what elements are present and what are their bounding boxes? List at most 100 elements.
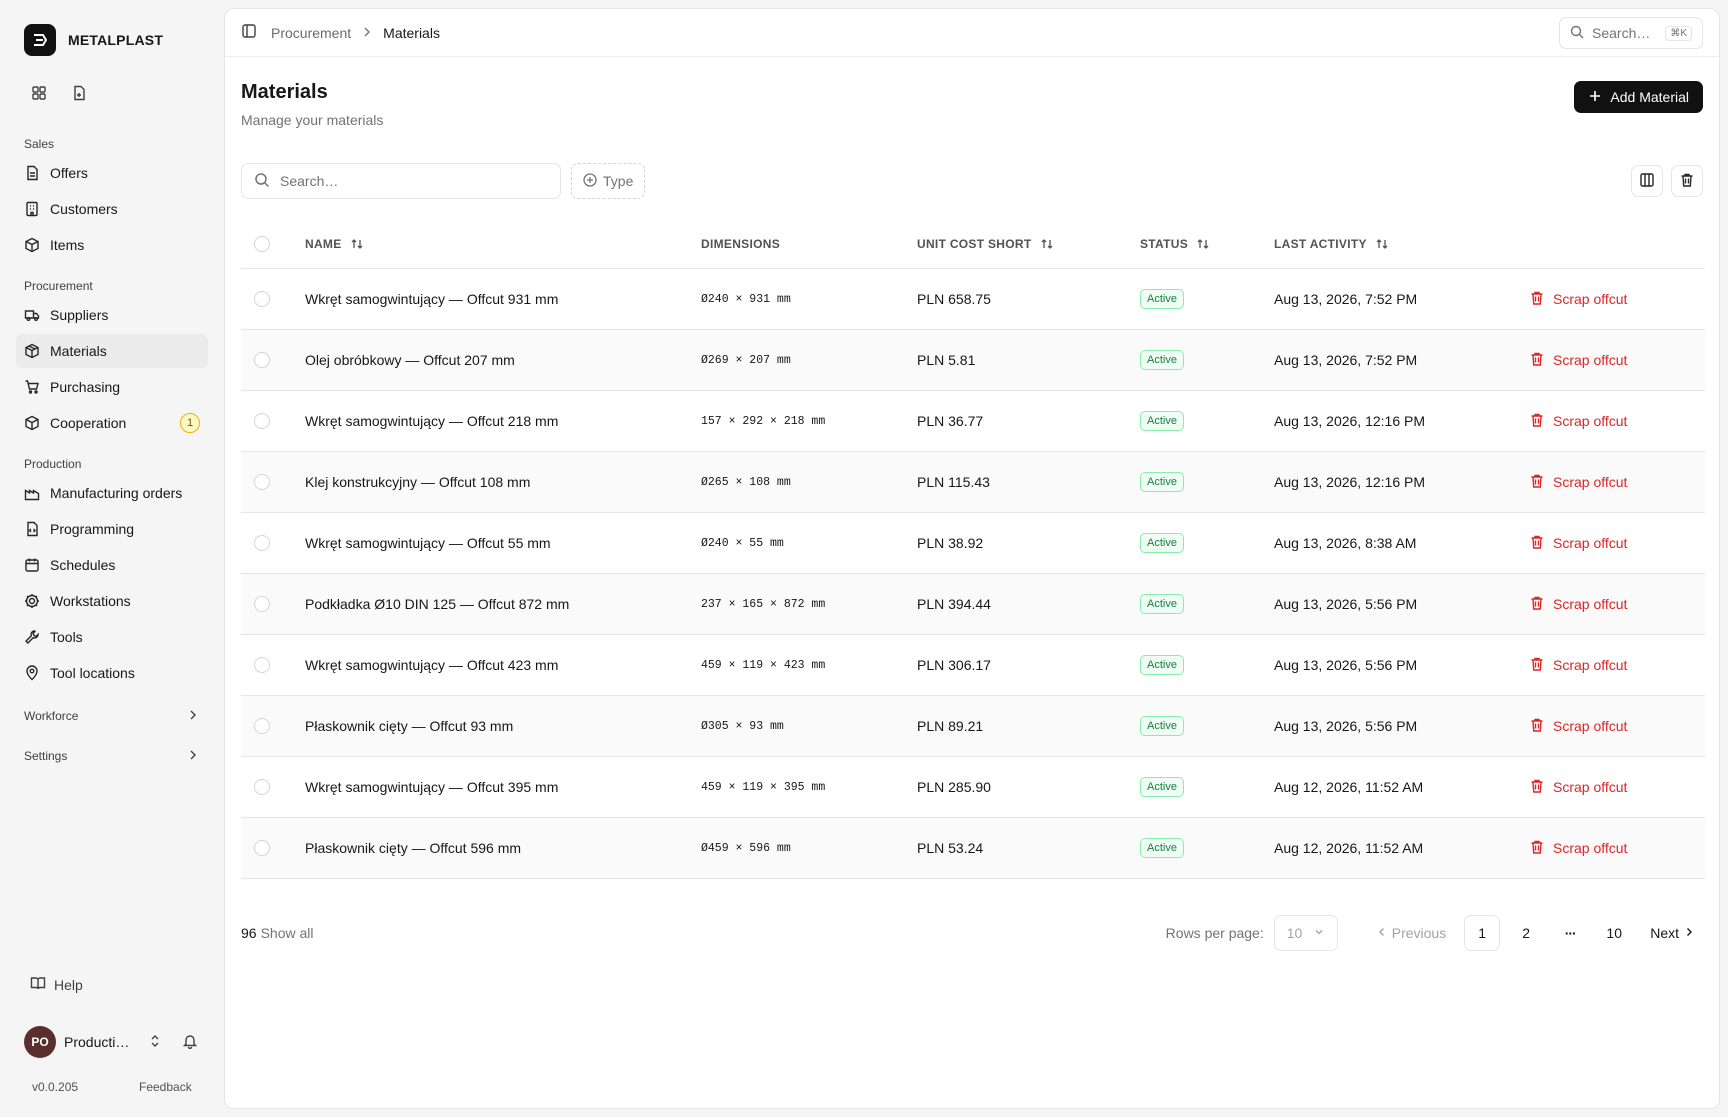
chevrons-up-down-icon[interactable] xyxy=(148,1034,162,1051)
table-search-input[interactable]: Search… xyxy=(241,163,561,199)
sidebar-toggle-icon[interactable] xyxy=(241,23,257,42)
next-page-button[interactable]: Next xyxy=(1640,915,1705,951)
sidebar-item-tool-locations[interactable]: Tool locations xyxy=(16,656,208,690)
table-row[interactable]: Wkręt samogwintujący — Offcut 931 mm Ø240… xyxy=(241,269,1705,330)
trash-icon xyxy=(1679,172,1695,191)
table-row[interactable]: Olej obróbkowy — Offcut 207 mm Ø269 × 207… xyxy=(241,330,1705,391)
material-dimensions: 459 × 119 × 395 mm xyxy=(701,780,826,794)
row-checkbox[interactable] xyxy=(254,657,270,673)
sidebar-group-settings[interactable]: Settings xyxy=(16,736,208,776)
previous-page-button[interactable]: Previous xyxy=(1366,915,1456,951)
sidebar-item-customers[interactable]: Customers xyxy=(16,192,208,226)
column-name[interactable]: NAME xyxy=(305,237,701,251)
row-checkbox[interactable] xyxy=(254,352,270,368)
table-header: NAME DIMENSIONS UNIT COST SHORT STATUS L… xyxy=(241,219,1705,269)
column-last-activity[interactable]: LAST ACTIVITY xyxy=(1274,237,1529,251)
app-version: v0.0.205 xyxy=(32,1080,79,1094)
scrap-offcut-label: Scrap offcut xyxy=(1553,840,1628,856)
scrap-offcut-button[interactable]: Scrap offcut xyxy=(1529,412,1705,431)
sidebar-item-workstations[interactable]: Workstations xyxy=(16,584,208,618)
column-unit-cost[interactable]: UNIT COST SHORT xyxy=(917,237,1140,251)
map-pin-icon xyxy=(24,665,40,681)
material-unit-cost: PLN 115.43 xyxy=(917,474,990,490)
scrap-offcut-button[interactable]: Scrap offcut xyxy=(1529,290,1705,309)
trash-icon xyxy=(1529,351,1545,370)
trash-icon xyxy=(1529,778,1545,797)
sidebar-item-offers[interactable]: Offers xyxy=(16,156,208,190)
page-10-button[interactable]: 10 xyxy=(1596,915,1632,951)
table-row[interactable]: Wkręt samogwintujący — Offcut 218 mm 157 … xyxy=(241,391,1705,452)
total-count: 96 xyxy=(241,925,257,941)
scrap-offcut-button[interactable]: Scrap offcut xyxy=(1529,717,1705,736)
row-checkbox[interactable] xyxy=(254,718,270,734)
scrap-offcut-button[interactable]: Scrap offcut xyxy=(1529,351,1705,370)
search-icon xyxy=(254,172,270,191)
table-row[interactable]: Wkręt samogwintujący — Offcut 423 mm 459 … xyxy=(241,635,1705,696)
sidebar-item-manufacturing-orders[interactable]: Manufacturing orders xyxy=(16,476,208,510)
row-checkbox[interactable] xyxy=(254,535,270,551)
table-row[interactable]: Płaskownik cięty — Offcut 596 mm Ø459 × 5… xyxy=(241,818,1705,879)
search-icon xyxy=(1570,25,1584,42)
sidebar-item-purchasing[interactable]: Purchasing xyxy=(16,370,208,404)
material-name: Wkręt samogwintujący — Offcut 395 mm xyxy=(305,779,559,795)
material-last-activity: Aug 13, 2026, 12:16 PM xyxy=(1274,474,1425,490)
sidebar-item-cooperation[interactable]: Cooperation 1 xyxy=(16,406,208,440)
row-checkbox[interactable] xyxy=(254,779,270,795)
scrap-offcut-button[interactable]: Scrap offcut xyxy=(1529,839,1705,858)
scrap-offcut-button[interactable]: Scrap offcut xyxy=(1529,473,1705,492)
bell-icon[interactable] xyxy=(182,1033,198,1052)
material-dimensions: Ø269 × 207 mm xyxy=(701,353,791,367)
trash-icon xyxy=(1529,473,1545,492)
scrap-offcut-button[interactable]: Scrap offcut xyxy=(1529,534,1705,553)
row-checkbox[interactable] xyxy=(254,413,270,429)
cart-icon xyxy=(24,379,40,395)
brand[interactable]: METALPLAST xyxy=(24,24,163,56)
page-1-button[interactable]: 1 xyxy=(1464,915,1501,951)
sidebar-item-tools[interactable]: Tools xyxy=(16,620,208,654)
scrap-offcut-button[interactable]: Scrap offcut xyxy=(1529,595,1705,614)
row-checkbox[interactable] xyxy=(254,596,270,612)
table-row[interactable]: Wkręt samogwintujący — Offcut 55 mm Ø240 … xyxy=(241,513,1705,574)
new-document-icon[interactable] xyxy=(68,82,90,104)
sidebar-item-items[interactable]: Items xyxy=(16,228,208,262)
material-dimensions: 459 × 119 × 423 mm xyxy=(701,658,826,672)
table-row[interactable]: Podkładka Ø10 DIN 125 — Offcut 872 mm 237… xyxy=(241,574,1705,635)
dashboard-icon[interactable] xyxy=(28,82,50,104)
type-filter-label: Type xyxy=(603,173,634,189)
scrap-offcut-button[interactable]: Scrap offcut xyxy=(1529,778,1705,797)
type-filter-button[interactable]: Type xyxy=(571,163,646,199)
page-2-button[interactable]: 2 xyxy=(1508,915,1544,951)
columns-icon xyxy=(1639,172,1655,191)
user-menu[interactable]: PO Production Operator xyxy=(24,1026,204,1058)
row-checkbox[interactable] xyxy=(254,840,270,856)
delete-button[interactable] xyxy=(1671,165,1703,197)
sidebar-item-programming[interactable]: Programming xyxy=(16,512,208,546)
material-unit-cost: PLN 394.44 xyxy=(917,596,991,612)
status-badge: Active xyxy=(1140,350,1184,370)
row-checkbox[interactable] xyxy=(254,291,270,307)
table-row[interactable]: Płaskownik cięty — Offcut 93 mm Ø305 × 93… xyxy=(241,696,1705,757)
sidebar-item-schedules[interactable]: Schedules xyxy=(16,548,208,582)
columns-button[interactable] xyxy=(1631,165,1663,197)
table-row[interactable]: Klej konstrukcyjny — Offcut 108 mm Ø265 ×… xyxy=(241,452,1705,513)
material-unit-cost: PLN 53.24 xyxy=(917,840,984,856)
breadcrumb-procurement[interactable]: Procurement xyxy=(271,25,351,41)
sidebar-group-workforce[interactable]: Workforce xyxy=(16,696,208,736)
material-name: Wkręt samogwintujący — Offcut 55 mm xyxy=(305,535,551,551)
scrap-offcut-button[interactable]: Scrap offcut xyxy=(1529,656,1705,675)
sidebar-item-label: Workstations xyxy=(50,593,131,609)
sidebar-item-materials[interactable]: Materials xyxy=(16,334,208,368)
sidebar-item-suppliers[interactable]: Suppliers xyxy=(16,298,208,332)
help-link[interactable]: Help xyxy=(30,975,83,994)
feedback-link[interactable]: Feedback xyxy=(139,1080,192,1094)
global-search[interactable]: Search… ⌘K xyxy=(1559,17,1703,49)
rows-per-page-select[interactable]: 10 xyxy=(1273,915,1338,951)
column-status[interactable]: STATUS xyxy=(1140,237,1274,251)
material-last-activity: Aug 13, 2026, 5:56 PM xyxy=(1274,718,1418,734)
row-checkbox[interactable] xyxy=(254,474,270,490)
show-all-link[interactable]: Show all xyxy=(261,925,314,941)
sidebar-item-label: Cooperation xyxy=(50,415,127,431)
add-material-button[interactable]: Add Material xyxy=(1574,81,1703,113)
table-row[interactable]: Wkręt samogwintujący — Offcut 395 mm 459 … xyxy=(241,757,1705,818)
select-all-checkbox[interactable] xyxy=(254,235,270,252)
